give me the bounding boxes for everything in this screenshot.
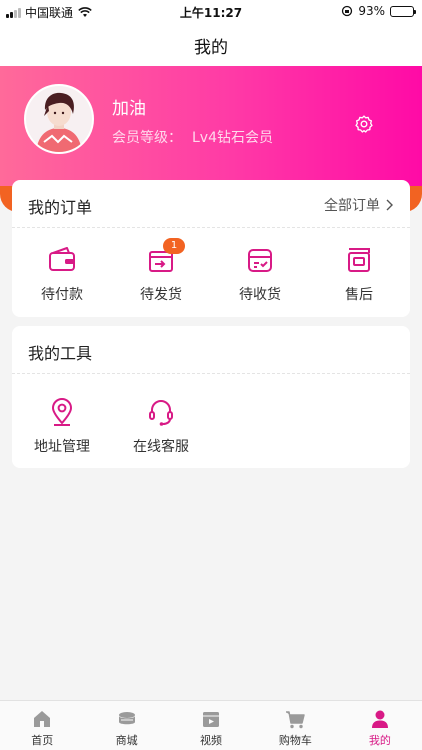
- pending-shipment-badge: 1: [163, 238, 185, 254]
- battery-percent: 93%: [358, 4, 385, 18]
- order-after-sale-label: 售后: [345, 287, 373, 303]
- tab-profile[interactable]: 我的: [338, 701, 422, 750]
- tools-card: 我的工具 地址管理 在线客服: [12, 326, 410, 468]
- orders-card: 我的订单 全部订单 待付款 1 待发货 待收货 售后: [12, 180, 410, 317]
- nav-bar: 我的: [0, 22, 422, 66]
- profile-icon: [371, 710, 388, 728]
- username: 加油: [112, 99, 146, 119]
- orders-card-header: 我的订单 全部订单: [12, 180, 410, 228]
- avatar[interactable]: [24, 84, 94, 154]
- tool-address-label: 地址管理: [34, 439, 90, 455]
- cart-icon: [286, 711, 306, 729]
- order-pending-receipt-label: 待收货: [239, 287, 281, 303]
- order-pending-receipt[interactable]: 待收货: [220, 244, 300, 304]
- all-orders-link[interactable]: 全部订单: [324, 195, 394, 215]
- tool-online-service-label: 在线客服: [133, 439, 189, 455]
- order-pending-shipment[interactable]: 1 待发货: [121, 238, 201, 304]
- orders-title: 我的订单: [28, 198, 93, 217]
- tool-online-service[interactable]: 在线客服: [121, 396, 201, 456]
- order-after-sale[interactable]: 售后: [319, 244, 399, 304]
- tab-store-label: 商城: [115, 734, 138, 747]
- tab-bar: 首页 商城 视频 购物车 我的: [0, 700, 422, 750]
- video-icon: [203, 712, 220, 727]
- receive-box-icon: [248, 249, 272, 272]
- tools-title: 我的工具: [28, 344, 93, 363]
- tools-card-header: 我的工具: [12, 326, 410, 374]
- tool-address-management[interactable]: 地址管理: [22, 396, 102, 456]
- avatar-illustration: [26, 86, 92, 152]
- tab-video-label: 视频: [200, 734, 223, 747]
- status-bar: 中国联通 上午11:27 93%: [0, 0, 422, 22]
- all-orders-label: 全部订单: [324, 198, 380, 214]
- member-level-value: Lv4钻石会员: [192, 130, 273, 146]
- page-title: 我的: [194, 38, 228, 58]
- tab-cart-label: 购物车: [278, 734, 312, 747]
- settings-gear-icon[interactable]: [354, 114, 374, 134]
- location-pin-icon: [52, 398, 72, 426]
- ship-box-icon-wrap: 1: [145, 238, 185, 276]
- store-icon: [118, 712, 135, 725]
- status-right: 93%: [341, 4, 416, 18]
- tab-home[interactable]: 首页: [0, 701, 84, 750]
- chevron-right-icon: [386, 199, 393, 211]
- order-pending-payment-label: 待付款: [41, 287, 83, 303]
- member-level-label: 会员等级：: [112, 130, 182, 146]
- tab-profile-label: 我的: [368, 734, 391, 747]
- tab-store[interactable]: 商城: [84, 701, 168, 750]
- orientation-lock-icon: [342, 5, 353, 17]
- tab-cart[interactable]: 购物车: [253, 701, 337, 750]
- tab-video[interactable]: 视频: [169, 701, 253, 750]
- home-icon: [34, 711, 51, 727]
- order-pending-shipment-label: 待发货: [140, 287, 182, 303]
- member-level: 会员等级： Lv4钻石会员: [112, 127, 283, 147]
- battery-icon: [390, 5, 416, 17]
- wallet-icon: [49, 247, 75, 271]
- headset-icon: [149, 400, 173, 426]
- order-pending-payment[interactable]: 待付款: [22, 244, 102, 304]
- after-sale-icon: [348, 248, 370, 272]
- tab-home-label: 首页: [31, 734, 54, 747]
